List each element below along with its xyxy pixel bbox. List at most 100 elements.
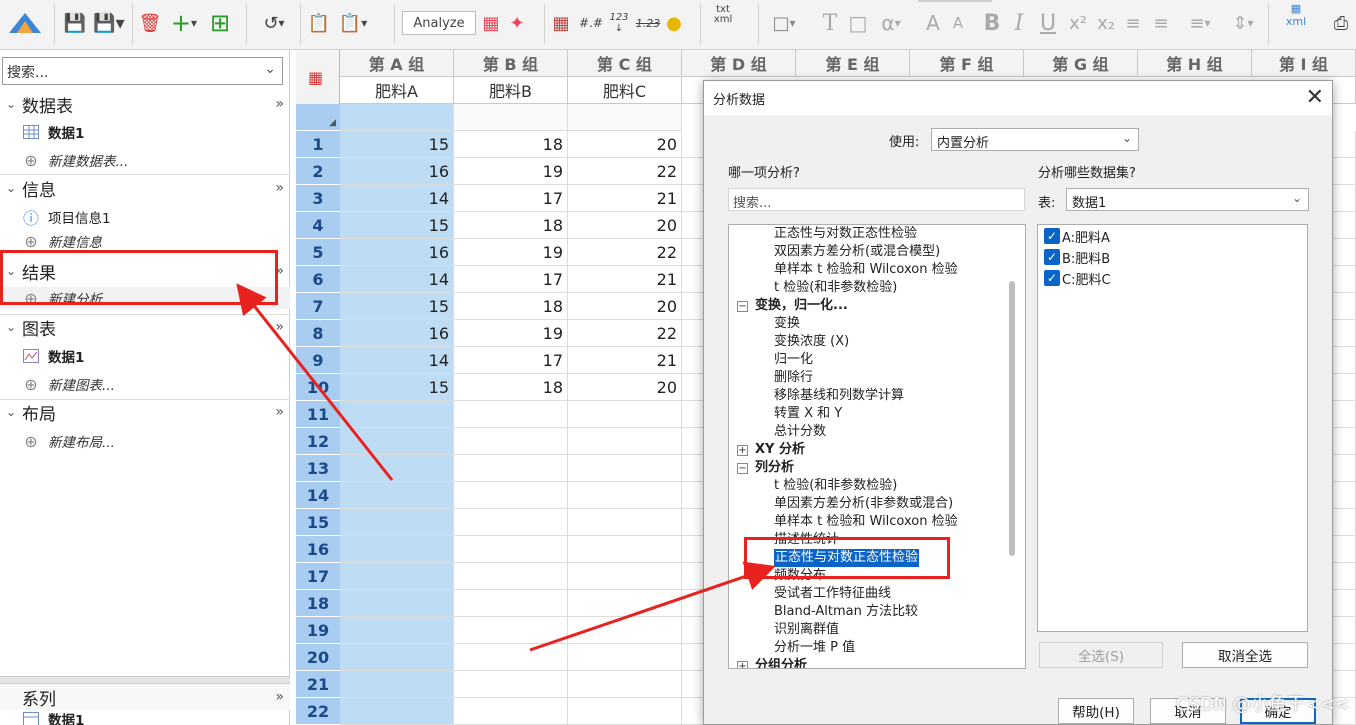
- deselect-all-button[interactable]: 取消全选: [1182, 642, 1308, 668]
- table-cell[interactable]: [568, 698, 682, 725]
- color-icon[interactable]: ●: [664, 8, 684, 38]
- tree-item[interactable]: 双因素方差分析(或混合模型): [774, 243, 940, 261]
- wand-icon[interactable]: ✦: [506, 8, 528, 38]
- tree-item[interactable]: 受试者工作特征曲线: [774, 585, 891, 603]
- table-cell[interactable]: [454, 455, 568, 482]
- table-cell[interactable]: [568, 401, 682, 428]
- table-cell[interactable]: 15: [340, 374, 454, 401]
- tree-item[interactable]: 变换: [774, 315, 800, 333]
- more-icon[interactable]: »: [275, 689, 284, 705]
- table-cell[interactable]: [340, 617, 454, 644]
- table-cell[interactable]: 19: [454, 239, 568, 266]
- more-icon[interactable]: »: [275, 180, 284, 196]
- dataset-checkbox-a[interactable]: ✓ A:肥料A: [1044, 227, 1110, 246]
- more-icon[interactable]: »: [275, 404, 284, 420]
- table-cell[interactable]: [568, 671, 682, 698]
- table-cell[interactable]: [454, 698, 568, 725]
- row-number[interactable]: 9: [296, 347, 340, 374]
- row-number[interactable]: 15: [296, 509, 340, 536]
- table-cell[interactable]: 20: [568, 374, 682, 401]
- collapse-icon[interactable]: ⌄: [0, 320, 22, 334]
- row-number[interactable]: 18: [296, 590, 340, 617]
- collapse-icon[interactable]: ⌄: [0, 97, 22, 111]
- row-number[interactable]: 19: [296, 617, 340, 644]
- dataset-checkbox-c[interactable]: ✓ C:肥料C: [1044, 269, 1111, 288]
- save-as-icon[interactable]: 💾▾: [92, 8, 126, 38]
- table-cell[interactable]: 16: [340, 320, 454, 347]
- nav-new-data-table[interactable]: ⊕ 新建数据表...: [0, 146, 290, 174]
- table-cell[interactable]: 21: [568, 185, 682, 212]
- row-number[interactable]: 2: [296, 158, 340, 185]
- print-icon[interactable]: ⎙: [1328, 8, 1354, 38]
- collapse-icon[interactable]: ⌄: [0, 405, 22, 419]
- table-cell[interactable]: [340, 482, 454, 509]
- tree-item[interactable]: 分析一堆 P 值: [774, 639, 855, 657]
- nav-item-project-info[interactable]: ⓘ 项目信息1: [0, 203, 290, 231]
- align-icon[interactable]: ≡: [1122, 8, 1144, 38]
- tree-item[interactable]: 移除基线和列数学计算: [774, 387, 904, 405]
- table-cell[interactable]: [568, 563, 682, 590]
- table-cell[interactable]: [454, 671, 568, 698]
- table-format-icon[interactable]: ▦: [308, 68, 323, 87]
- column-header-c[interactable]: 第 C 组: [568, 50, 682, 77]
- table-cell[interactable]: 18: [454, 374, 568, 401]
- tree-item[interactable]: 识别离群值: [774, 621, 839, 639]
- row-number[interactable]: 17: [296, 563, 340, 590]
- table-cell[interactable]: [568, 536, 682, 563]
- table-cell[interactable]: [340, 509, 454, 536]
- row-number[interactable]: 1: [296, 131, 340, 158]
- table-cell[interactable]: 17: [454, 185, 568, 212]
- row-number[interactable]: 8: [296, 320, 340, 347]
- tree-category[interactable]: 变换，归一化...: [755, 297, 848, 315]
- table-cell[interactable]: [340, 563, 454, 590]
- table-cell[interactable]: [454, 509, 568, 536]
- help-button[interactable]: 帮助(H): [1058, 698, 1134, 724]
- row-number[interactable]: 5: [296, 239, 340, 266]
- row-number[interactable]: 14: [296, 482, 340, 509]
- analyze-button[interactable]: Analyze: [402, 11, 476, 35]
- export-icon[interactable]: ▦ xml: [1276, 0, 1316, 30]
- text-icon[interactable]: T: [818, 8, 842, 38]
- column-header-i[interactable]: 第 I 组: [1252, 50, 1356, 77]
- column-title-b[interactable]: 肥料B: [454, 77, 568, 104]
- column-title-a[interactable]: 肥料A: [340, 77, 454, 104]
- row-number[interactable]: 6: [296, 266, 340, 293]
- expand-icon[interactable]: +: [737, 661, 748, 668]
- column-header-d[interactable]: 第 D 组: [682, 50, 796, 77]
- row-number[interactable]: 21: [296, 671, 340, 698]
- column-header-f[interactable]: 第 F 组: [910, 50, 1024, 77]
- dataset-checkbox-b[interactable]: ✓ B:肥料B: [1044, 248, 1110, 267]
- navigator-search-input[interactable]: 搜索... ⌄: [2, 57, 283, 85]
- table-cell[interactable]: 15: [340, 293, 454, 320]
- table-cell[interactable]: [454, 563, 568, 590]
- collapse-icon[interactable]: −: [737, 463, 748, 474]
- row-number[interactable]: 11: [296, 401, 340, 428]
- tree-category[interactable]: 分组分析: [755, 657, 807, 668]
- tree-item[interactable]: 单样本 t 检验和 Wilcoxon 检验: [774, 261, 958, 279]
- row-number[interactable]: 12: [296, 428, 340, 455]
- font-shrink-icon[interactable]: A: [948, 8, 968, 38]
- font-size-box[interactable]: [918, 0, 992, 2]
- table-cell[interactable]: 19: [454, 158, 568, 185]
- column-header-h[interactable]: 第 H 组: [1138, 50, 1252, 77]
- tree-scrollbar[interactable]: [1009, 281, 1015, 556]
- tree-item[interactable]: 单样本 t 检验和 Wilcoxon 检验: [774, 513, 958, 531]
- subscript-icon[interactable]: x₂: [1094, 8, 1118, 38]
- undo-icon[interactable]: ↺ ▾: [256, 8, 292, 38]
- table-cell[interactable]: 22: [568, 239, 682, 266]
- row-number[interactable]: 16: [296, 536, 340, 563]
- section-layouts[interactable]: ⌄ 布局 »: [0, 399, 290, 425]
- table-cell[interactable]: 21: [568, 266, 682, 293]
- table-cell[interactable]: 14: [340, 185, 454, 212]
- sort-icon[interactable]: #.#: [578, 8, 604, 38]
- checkbox-checked-icon[interactable]: ✓: [1044, 249, 1060, 265]
- tree-item[interactable]: 归一化: [774, 351, 813, 369]
- column-header-b[interactable]: 第 B 组: [454, 50, 568, 77]
- table-cell[interactable]: 15: [340, 131, 454, 158]
- table-cell[interactable]: 20: [568, 212, 682, 239]
- nav-item-family-data1[interactable]: 数据1: [0, 710, 290, 725]
- table-cell[interactable]: [568, 482, 682, 509]
- row-header-title[interactable]: ◢: [296, 104, 340, 131]
- symbol-icon[interactable]: α ▾: [874, 8, 908, 38]
- analysis-search-input[interactable]: 搜索...: [728, 188, 1025, 211]
